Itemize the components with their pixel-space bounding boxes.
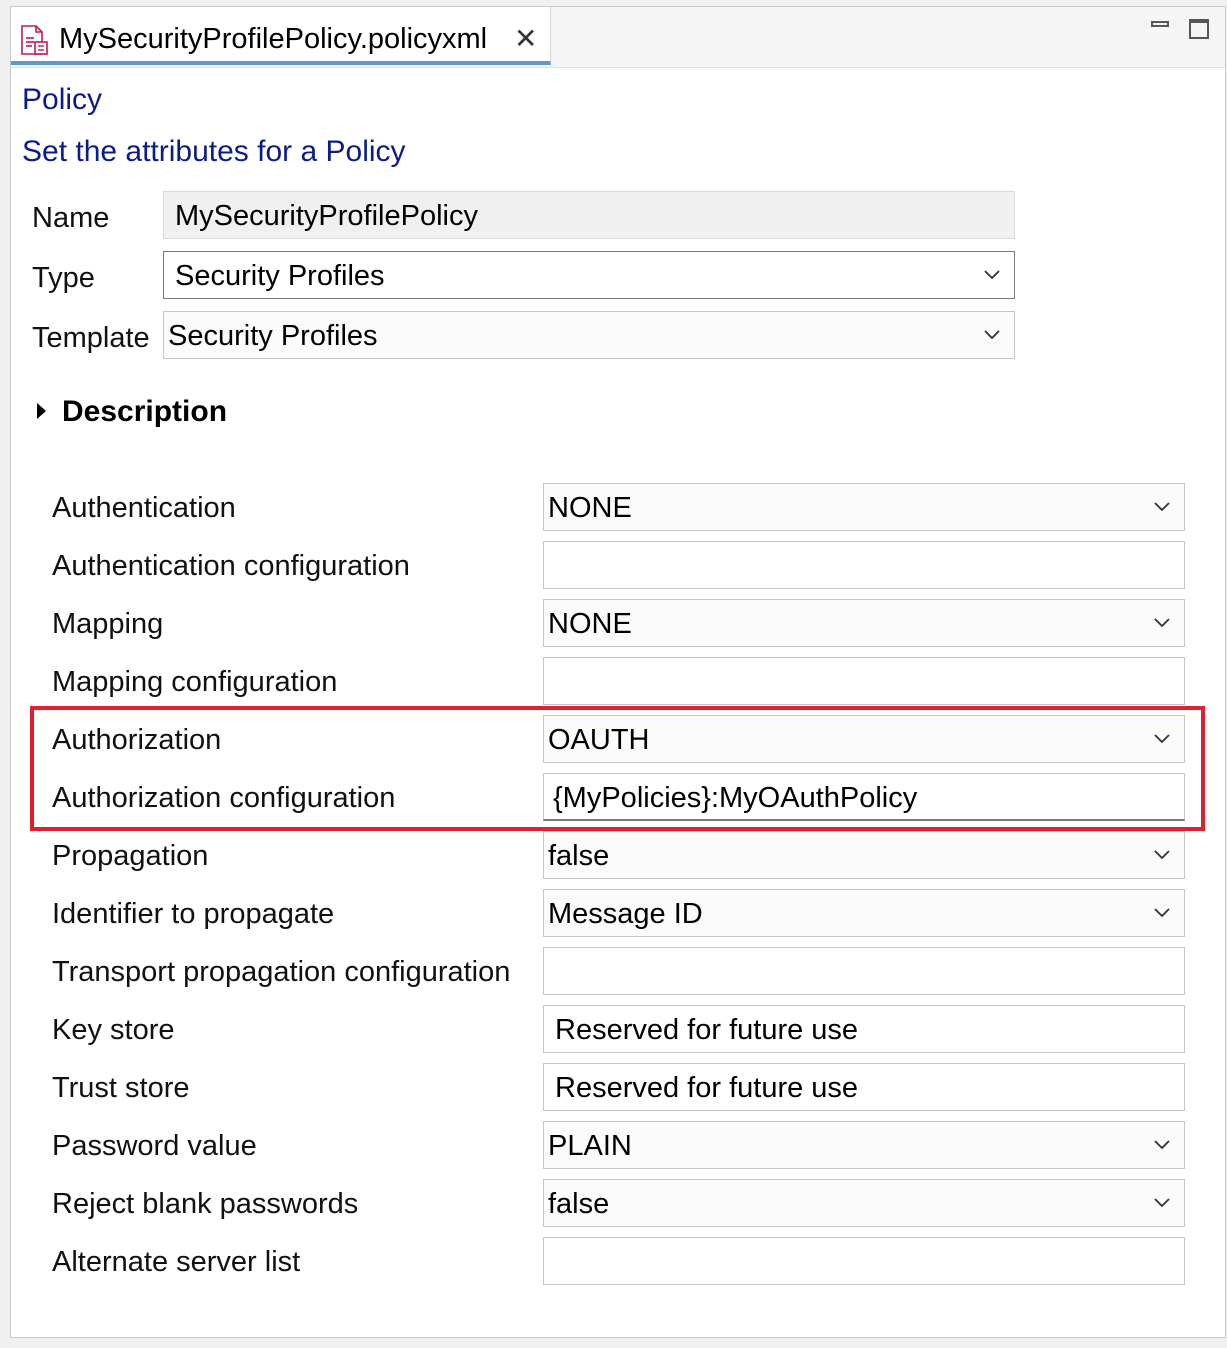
chevron-down-icon bbox=[1154, 850, 1170, 860]
trust-store-input[interactable]: Reserved for future use bbox=[543, 1063, 1185, 1111]
policy-editor: MySecurityProfilePolicy.policyxml ✕ Poli… bbox=[10, 6, 1226, 1338]
close-icon[interactable]: ✕ bbox=[514, 25, 537, 53]
mapping-config-label: Mapping configuration bbox=[52, 666, 338, 698]
chevron-down-icon bbox=[1154, 908, 1170, 918]
chevron-down-icon bbox=[1154, 1198, 1170, 1208]
propagation-dropdown[interactable]: false bbox=[543, 831, 1185, 879]
chevron-down-icon bbox=[1154, 618, 1170, 628]
alternate-servers-input[interactable] bbox=[543, 1237, 1185, 1285]
password-value-dropdown[interactable]: PLAIN bbox=[543, 1121, 1185, 1169]
highlight-box bbox=[30, 706, 1205, 831]
mapping-label: Mapping bbox=[52, 608, 164, 640]
maximize-icon[interactable] bbox=[1189, 19, 1209, 39]
key-store-input[interactable]: Reserved for future use bbox=[543, 1005, 1185, 1053]
mapping-dropdown[interactable]: NONE bbox=[543, 599, 1185, 647]
reject-blank-value: false bbox=[548, 1188, 610, 1220]
reject-blank-label: Reject blank passwords bbox=[52, 1188, 359, 1220]
identifier-dropdown[interactable]: Message ID bbox=[543, 889, 1185, 937]
editor-tab-bar: MySecurityProfilePolicy.policyxml ✕ bbox=[11, 7, 1225, 68]
policy-file-icon bbox=[21, 25, 48, 55]
authentication-label: Authentication bbox=[52, 492, 236, 524]
key-store-value: Reserved for future use bbox=[555, 1014, 859, 1046]
template-value: Security Profiles bbox=[168, 320, 378, 352]
mapping-value: NONE bbox=[548, 608, 632, 640]
expand-arrow-icon[interactable] bbox=[37, 403, 46, 419]
reject-blank-dropdown[interactable]: false bbox=[543, 1179, 1185, 1227]
identifier-value: Message ID bbox=[548, 898, 703, 930]
trust-store-label: Trust store bbox=[52, 1072, 190, 1104]
description-section-toggle[interactable]: Description bbox=[62, 395, 227, 429]
identifier-label: Identifier to propagate bbox=[52, 898, 335, 930]
password-value-value: PLAIN bbox=[548, 1130, 632, 1162]
authentication-dropdown[interactable]: NONE bbox=[543, 483, 1185, 531]
template-label: Template bbox=[32, 322, 150, 354]
type-dropdown[interactable]: Security Profiles bbox=[163, 251, 1015, 299]
alternate-servers-label: Alternate server list bbox=[52, 1246, 301, 1278]
mapping-config-input[interactable] bbox=[543, 657, 1185, 705]
name-field[interactable]: MySecurityProfilePolicy bbox=[163, 191, 1015, 239]
key-store-label: Key store bbox=[52, 1014, 175, 1046]
tab-title: MySecurityProfilePolicy.policyxml bbox=[59, 23, 488, 55]
authentication-config-input[interactable] bbox=[543, 541, 1185, 589]
authentication-config-label: Authentication configuration bbox=[52, 550, 410, 582]
editor-tab[interactable]: MySecurityProfilePolicy.policyxml ✕ bbox=[11, 7, 551, 65]
page-title: Policy bbox=[22, 83, 103, 116]
page-subtitle: Set the attributes for a Policy bbox=[22, 135, 406, 168]
transport-config-input[interactable] bbox=[543, 947, 1185, 995]
type-label: Type bbox=[32, 262, 95, 294]
trust-store-value: Reserved for future use bbox=[555, 1072, 859, 1104]
chevron-down-icon bbox=[984, 270, 1000, 280]
transport-config-label: Transport propagation configuration bbox=[52, 956, 511, 988]
minimize-icon[interactable] bbox=[1151, 21, 1169, 27]
chevron-down-icon bbox=[1154, 1140, 1170, 1150]
chevron-down-icon bbox=[1154, 502, 1170, 512]
template-dropdown[interactable]: Security Profiles bbox=[163, 311, 1015, 359]
propagation-value: false bbox=[548, 840, 610, 872]
name-label: Name bbox=[32, 202, 110, 234]
password-value-label: Password value bbox=[52, 1130, 257, 1162]
chevron-down-icon bbox=[984, 330, 1000, 340]
propagation-label: Propagation bbox=[52, 840, 209, 872]
name-value: MySecurityProfilePolicy bbox=[175, 200, 478, 232]
authentication-value: NONE bbox=[548, 492, 632, 524]
type-value: Security Profiles bbox=[175, 260, 385, 292]
